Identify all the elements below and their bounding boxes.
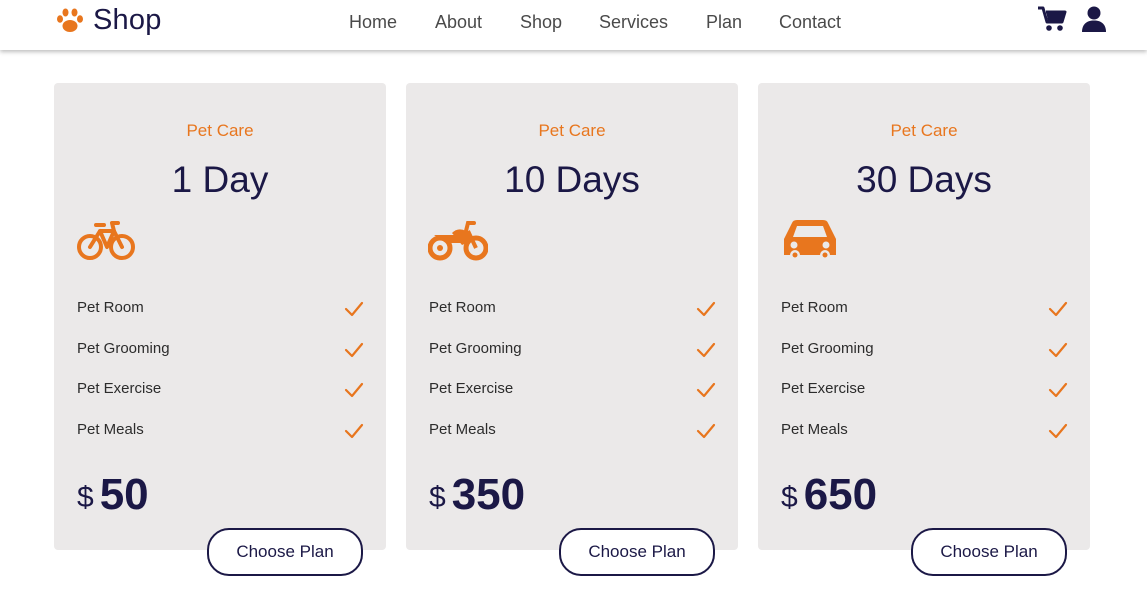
plan-price: $ 350 <box>429 473 525 517</box>
price-amount: 350 <box>451 470 526 519</box>
check-icon <box>1048 301 1068 317</box>
feature-label: Pet Exercise <box>429 380 514 397</box>
feature-item: Pet Grooming <box>429 338 716 379</box>
nav-link-plan[interactable]: Plan <box>706 12 742 33</box>
plan-label: Pet Care <box>186 121 254 140</box>
main-nav: Home About Shop Services Plan Contact <box>0 12 1147 38</box>
cart-icon[interactable] <box>1037 5 1067 38</box>
check-icon <box>344 301 364 317</box>
plan-price: $ 50 <box>77 473 149 517</box>
choose-plan-button[interactable]: Choose Plan <box>559 528 715 576</box>
motorcycle-icon <box>428 221 488 261</box>
feature-item: Pet Room <box>781 297 1068 338</box>
nav-link-home[interactable]: Home <box>349 12 397 33</box>
feature-item: Pet Grooming <box>77 338 364 379</box>
currency-symbol: $ <box>781 481 798 514</box>
plan-label: Pet Care <box>538 121 606 140</box>
feature-label: Pet Exercise <box>77 380 162 397</box>
choose-plan-button[interactable]: Choose Plan <box>911 528 1067 576</box>
currency-symbol: $ <box>429 481 446 514</box>
feature-label: Pet Room <box>77 299 144 316</box>
price-amount: 50 <box>99 470 149 519</box>
car-icon <box>784 220 836 260</box>
plan-card: Pet Care 1 Day Pet Room Pet Grooming Pet… <box>54 83 386 576</box>
plan-price: $ 650 <box>781 473 877 517</box>
plan-label: Pet Care <box>890 121 958 140</box>
bicycle-icon <box>77 221 135 260</box>
feature-item: Pet Meals <box>429 419 716 460</box>
nav-icons <box>1037 5 1107 38</box>
nav-link-services[interactable]: Services <box>599 12 668 33</box>
check-icon <box>344 382 364 398</box>
check-icon <box>696 301 716 317</box>
plan-card: Pet Care 30 Days Pet Room Pet Grooming P… <box>758 83 1090 576</box>
feature-list: Pet Room Pet Grooming Pet Exercise Pet M… <box>77 297 364 459</box>
plan-duration: 30 Days <box>856 159 992 200</box>
check-icon <box>696 382 716 398</box>
plan-card: Pet Care 10 Days Pet Room Pet Grooming P… <box>406 83 738 576</box>
check-icon <box>1048 423 1068 438</box>
feature-label: Pet Meals <box>429 420 496 438</box>
feature-item: Pet Exercise <box>781 378 1068 419</box>
feature-label: Pet Grooming <box>429 339 522 357</box>
feature-item: Pet Meals <box>781 419 1068 460</box>
currency-symbol: $ <box>77 481 94 514</box>
check-icon <box>696 342 716 357</box>
price-amount: 650 <box>803 470 878 519</box>
nav-link-contact[interactable]: Contact <box>779 12 841 33</box>
nav-link-about[interactable]: About <box>435 12 482 33</box>
feature-item: Pet Meals <box>77 419 364 460</box>
feature-label: Pet Exercise <box>781 380 866 397</box>
feature-label: Pet Grooming <box>781 339 874 357</box>
feature-list: Pet Room Pet Grooming Pet Exercise Pet M… <box>781 297 1068 459</box>
feature-item: Pet Exercise <box>429 378 716 419</box>
feature-label: Pet Room <box>781 299 848 316</box>
user-icon[interactable] <box>1081 5 1107 38</box>
plan-duration: 10 Days <box>504 159 640 200</box>
feature-item: Pet Grooming <box>781 338 1068 379</box>
choose-plan-button[interactable]: Choose Plan <box>207 528 363 576</box>
check-icon <box>1048 342 1068 357</box>
check-icon <box>696 423 716 438</box>
pricing-plans: Pet Care 1 Day Pet Room Pet Grooming Pet… <box>54 83 1090 576</box>
check-icon <box>1048 382 1068 398</box>
check-icon <box>344 342 364 357</box>
feature-label: Pet Room <box>429 299 496 316</box>
feature-item: Pet Room <box>77 297 364 338</box>
feature-item: Pet Room <box>429 297 716 338</box>
nav-link-shop[interactable]: Shop <box>520 12 562 33</box>
navbar: Shop Home About Shop Services Plan Conta… <box>0 0 1147 50</box>
feature-label: Pet Meals <box>77 420 144 438</box>
feature-label: Pet Meals <box>781 420 848 438</box>
feature-list: Pet Room Pet Grooming Pet Exercise Pet M… <box>429 297 716 459</box>
check-icon <box>344 423 364 438</box>
feature-label: Pet Grooming <box>77 339 170 357</box>
feature-item: Pet Exercise <box>77 378 364 419</box>
plan-duration: 1 Day <box>171 159 269 200</box>
